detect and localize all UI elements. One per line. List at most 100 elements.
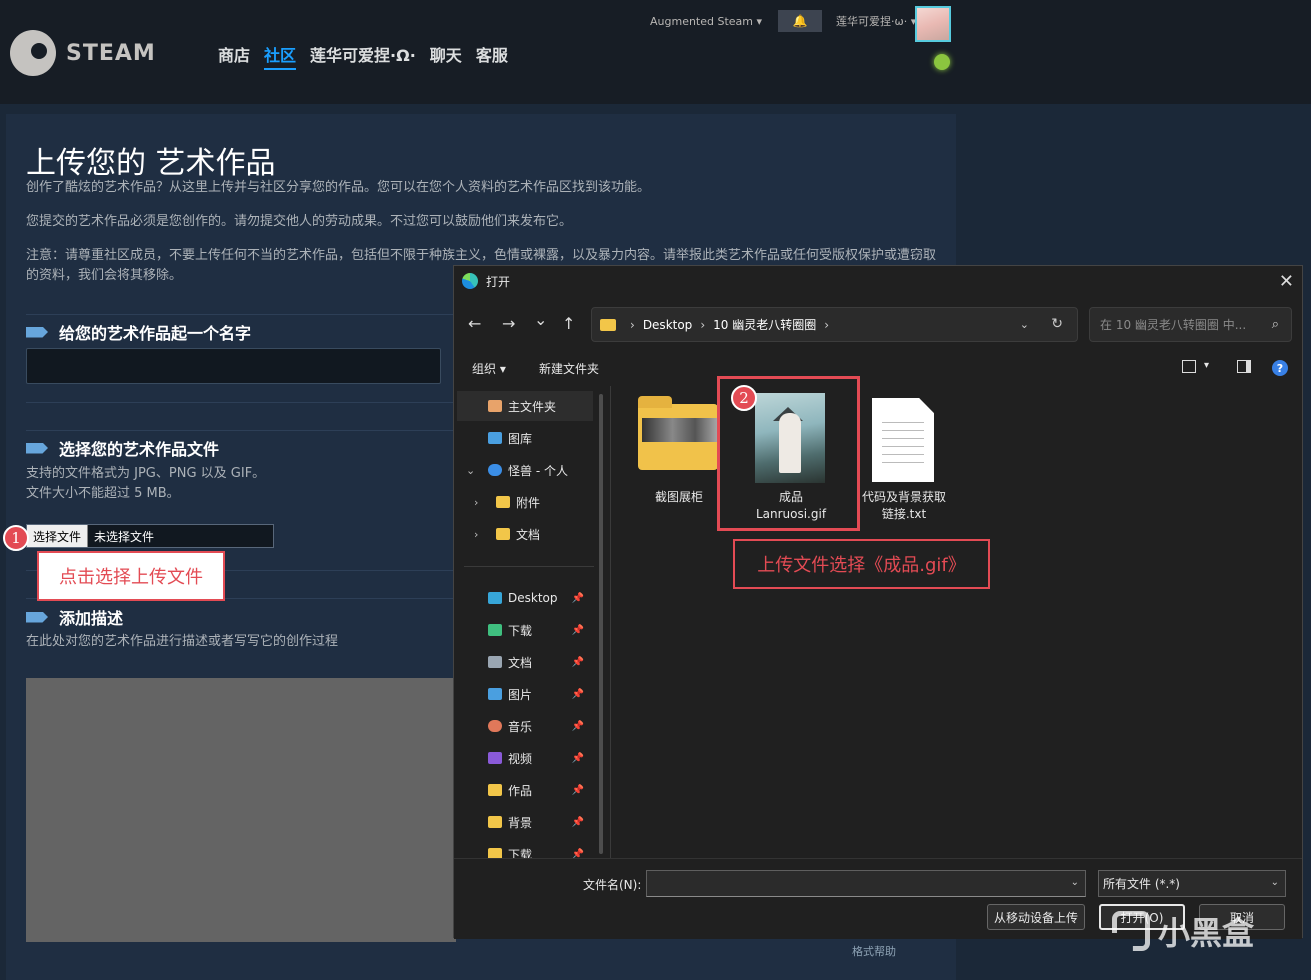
address-dropdown-icon[interactable]: ⌄	[1020, 318, 1029, 331]
file-tile-screenshots[interactable]: 截图展柜	[632, 489, 726, 506]
name-section-heading: 给您的艺术作品起一个名字	[26, 320, 251, 344]
nav-support[interactable]: 客服	[476, 42, 508, 70]
sidebar-item-pictures[interactable]: 图片 📌	[454, 679, 606, 709]
pin-icon[interactable]: 📌	[572, 593, 584, 604]
sidebar-label: 文档	[508, 655, 533, 670]
path-separator: ›	[700, 317, 706, 332]
choose-file-button[interactable]: 选择文件	[27, 525, 89, 547]
filename-label: 文件名(N):	[583, 878, 642, 892]
back-arrow-icon[interactable]: ←	[468, 314, 481, 333]
refresh-icon[interactable]: ↻	[1051, 316, 1063, 332]
notification-bell-icon[interactable]: 🔔	[778, 10, 823, 32]
sidebar-scrollbar[interactable]	[599, 394, 603, 854]
artwork-name-input[interactable]	[26, 348, 441, 384]
sidebar-label: 背景	[508, 815, 533, 830]
sidebar-item-desktop[interactable]: Desktop 📌	[454, 583, 606, 613]
chevron-right-icon[interactable]: ›	[474, 528, 478, 541]
sidebar-item-onedrive[interactable]: ⌄ 怪兽 - 个人	[454, 455, 606, 485]
chevron-down-icon[interactable]: ⌄	[466, 464, 475, 477]
sidebar-item-videos[interactable]: 视频 📌	[454, 743, 606, 773]
pin-icon[interactable]: 📌	[572, 849, 584, 859]
close-icon[interactable]: ✕	[1279, 271, 1294, 292]
text-file-icon[interactable]	[872, 398, 934, 482]
organize-menu[interactable]: 组织 ▾	[472, 360, 506, 377]
sidebar-label: 音乐	[508, 719, 533, 734]
edge-icon	[462, 273, 478, 289]
avatar[interactable]	[915, 6, 951, 42]
file-section-heading: 选择您的艺术作品文件	[26, 436, 219, 460]
desktop-icon	[488, 592, 502, 604]
sidebar-item-downloads-2[interactable]: 下载 📌	[454, 839, 606, 858]
chevron-right-icon[interactable]: ›	[474, 496, 478, 509]
upload-from-mobile-button[interactable]: 从移动设备上传	[987, 904, 1085, 930]
sidebar-item-gallery[interactable]: 图库	[454, 423, 606, 453]
up-arrow-icon[interactable]: ↑	[562, 314, 575, 333]
view-dropdown-icon[interactable]: ▾	[1204, 360, 1209, 371]
folder-icon	[496, 528, 510, 540]
pin-icon[interactable]: 📌	[572, 721, 584, 732]
file-input[interactable]: 选择文件 未选择文件	[26, 524, 274, 548]
sidebar-item-documents[interactable]: 文档 📌	[454, 647, 606, 677]
online-status-icon	[934, 54, 950, 70]
description-textarea[interactable]	[26, 678, 456, 942]
search-placeholder: 在 10 幽灵老八转圈圈 中...	[1100, 318, 1247, 332]
section-flag-icon	[26, 442, 48, 454]
pin-icon[interactable]: 📌	[572, 689, 584, 700]
folder-icon[interactable]	[638, 396, 718, 470]
page-title: 上传您的 艺术作品	[26, 146, 276, 181]
nav-store[interactable]: 商店	[218, 42, 250, 70]
chevron-down-icon[interactable]: ⌄	[1271, 877, 1279, 888]
document-icon	[488, 656, 502, 668]
sidebar-label: 图片	[508, 687, 533, 702]
sidebar-item-backgrounds[interactable]: 背景 📌	[454, 807, 606, 837]
pin-icon[interactable]: 📌	[572, 753, 584, 764]
sidebar-item-home[interactable]: 主文件夹	[457, 391, 593, 421]
pin-icon[interactable]: 📌	[572, 625, 584, 636]
help-icon[interactable]: ?	[1272, 360, 1288, 376]
desc-section-heading: 添加描述	[26, 605, 123, 629]
file-tile-txt[interactable]: 代码及背景获取 链接.txt	[857, 489, 951, 523]
home-icon	[488, 400, 502, 412]
augmented-steam-menu[interactable]: Augmented Steam ▾	[650, 15, 762, 28]
nav-profile[interactable]: 莲华可爱捏·Ω·	[310, 42, 416, 70]
recent-locations-icon[interactable]: ⌄	[534, 310, 547, 329]
filename-input[interactable]: ⌄	[646, 870, 1086, 897]
address-bar[interactable]: › Desktop › 10 幽灵老八转圈圈 › ⌄ ↻	[591, 307, 1078, 342]
sidebar-item-documents-cloud[interactable]: › 文档	[454, 519, 606, 549]
annotation-label-1: 点击选择上传文件	[37, 551, 225, 601]
pin-icon[interactable]: 📌	[572, 817, 584, 828]
nav-chat[interactable]: 聊天	[430, 42, 462, 70]
name-heading-text: 给您的艺术作品起一个名字	[59, 324, 252, 343]
pane-splitter[interactable]	[610, 386, 611, 858]
steam-logo[interactable]: STEAM	[10, 30, 156, 76]
search-icon: ⌕	[1271, 317, 1279, 332]
sidebar-item-downloads[interactable]: 下载 📌	[454, 615, 606, 645]
new-folder-button[interactable]: 新建文件夹	[539, 360, 599, 377]
pin-icon[interactable]: 📌	[572, 785, 584, 796]
account-menu[interactable]: 莲华可爱捏·ω· ▾	[836, 13, 916, 29]
xiaoheihe-logo-icon	[1112, 911, 1150, 951]
search-input[interactable]: 在 10 幽灵老八转圈圈 中... ⌕	[1089, 307, 1292, 342]
nav-community[interactable]: 社区	[264, 42, 297, 70]
format-help-link[interactable]: 格式帮助	[852, 943, 896, 959]
watermark-text: 小黑盒	[1158, 914, 1255, 952]
folder-icon	[488, 848, 502, 858]
path-folder[interactable]: 10 幽灵老八转圈圈	[713, 316, 816, 333]
sidebar-label: 主文件夹	[508, 399, 557, 414]
own-work-text: 您提交的艺术作品必须是您创作的。请勿提交他人的劳动成果。不过您可以鼓励他们来发布…	[26, 214, 573, 229]
view-mode-icon[interactable]	[1182, 360, 1196, 373]
sidebar-label: 文档	[516, 527, 541, 542]
pin-icon[interactable]: 📌	[572, 657, 584, 668]
sidebar-item-works[interactable]: 作品 📌	[454, 775, 606, 805]
sidebar-item-music[interactable]: 音乐 📌	[454, 711, 606, 741]
chevron-down-icon[interactable]: ⌄	[1071, 877, 1079, 888]
preview-pane-icon[interactable]	[1237, 360, 1251, 373]
forward-arrow-icon[interactable]: →	[502, 314, 515, 333]
sidebar-label: 怪兽 - 个人	[508, 463, 568, 478]
navigation-pane: 主文件夹 图库 ⌄ 怪兽 - 个人 › 附件 › 文档 Desktop 📌 下载…	[454, 386, 606, 858]
sidebar-item-attachments[interactable]: › 附件	[454, 487, 606, 517]
folder-icon	[496, 496, 510, 508]
sidebar-label: 附件	[516, 495, 541, 510]
filetype-select[interactable]: 所有文件 (*.*) ⌄	[1098, 870, 1286, 897]
path-desktop[interactable]: Desktop	[643, 318, 693, 332]
